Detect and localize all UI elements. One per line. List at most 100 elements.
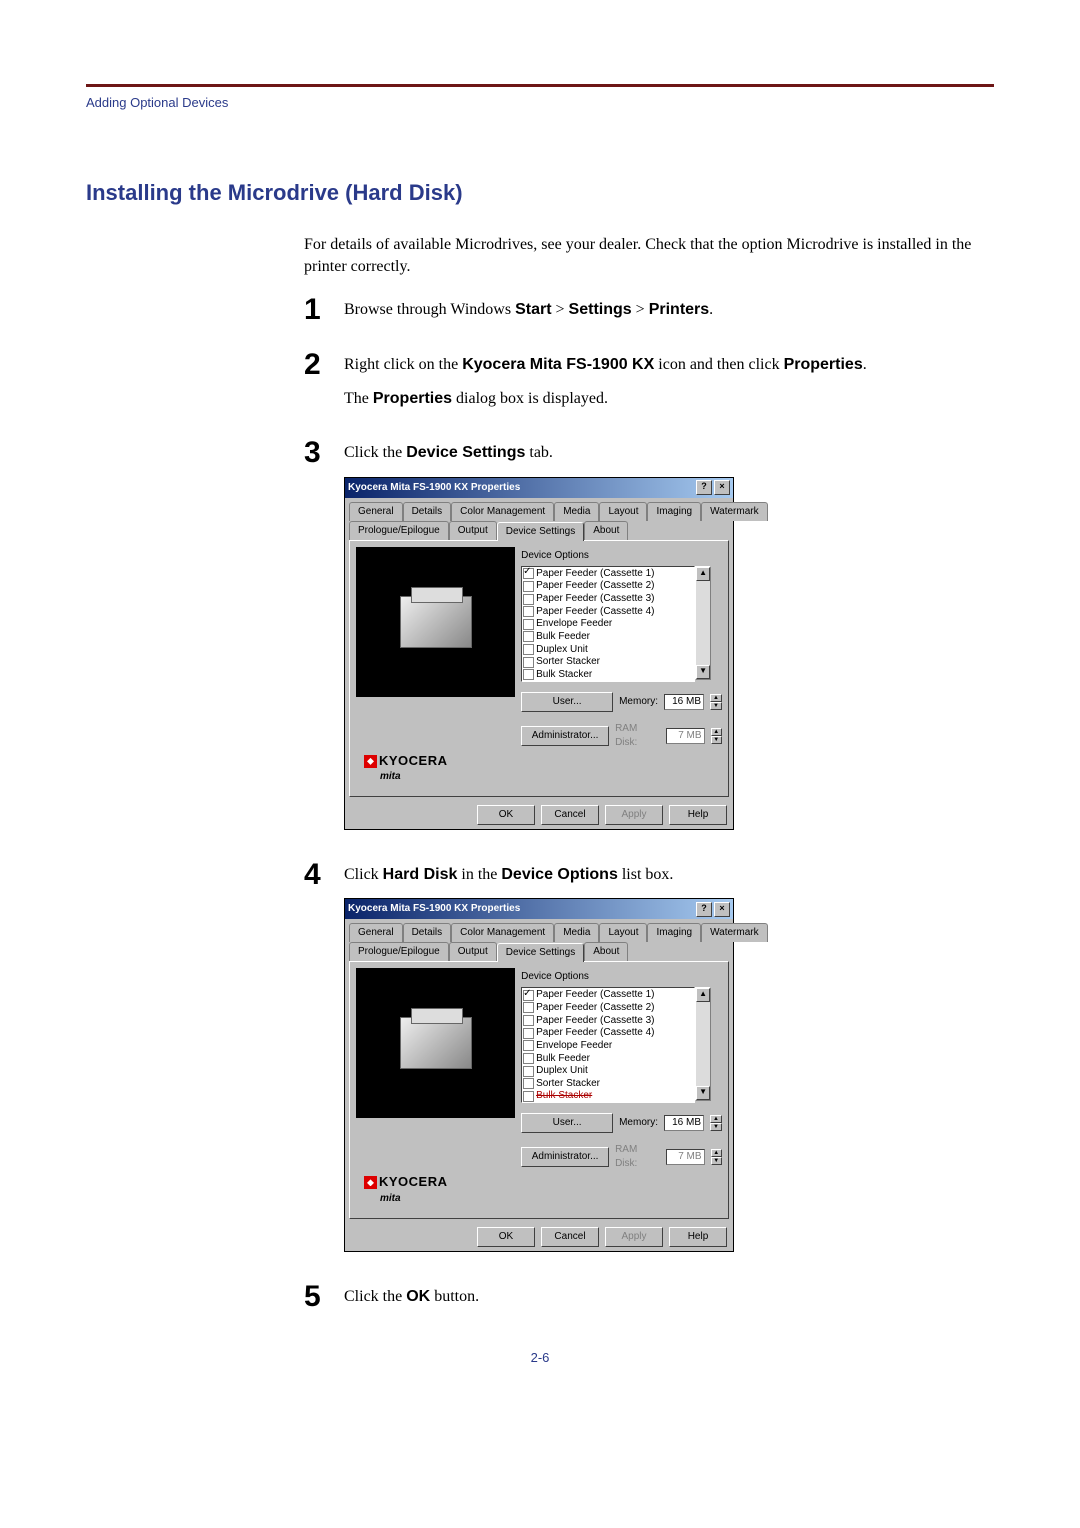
logo-icon: [364, 755, 377, 768]
tab-prologue[interactable]: Prologue/Epilogue: [349, 942, 449, 961]
list-item: Duplex Unit: [523, 644, 693, 657]
tab-output[interactable]: Output: [449, 521, 497, 540]
help-button[interactable]: ?: [696, 480, 712, 495]
checkbox-icon[interactable]: [523, 1066, 534, 1077]
list-item: Bulk Feeder: [523, 1053, 693, 1066]
checkbox-icon[interactable]: [523, 1053, 534, 1064]
checkbox-icon[interactable]: [523, 568, 534, 579]
brand-logo: KYOCERA mita: [356, 750, 722, 790]
window-title: Kyocera Mita FS-1900 KX Properties: [348, 481, 694, 495]
help-button[interactable]: Help: [669, 1227, 727, 1247]
tab-panel: Device Options Paper Feeder (Cassette 1)…: [349, 540, 729, 797]
user-button[interactable]: User...: [521, 1113, 613, 1133]
tab-imaging[interactable]: Imaging: [647, 502, 701, 521]
administrator-button[interactable]: Administrator...: [521, 726, 609, 746]
tab-watermark[interactable]: Watermark: [701, 923, 768, 942]
tab-layout[interactable]: Layout: [599, 502, 647, 521]
tab-general[interactable]: General: [349, 502, 403, 521]
checkbox-icon[interactable]: [523, 581, 534, 592]
checkbox-icon[interactable]: [523, 1028, 534, 1039]
ramdisk-spinner: ▲▼: [711, 1149, 722, 1165]
tab-watermark[interactable]: Watermark: [701, 502, 768, 521]
tab-details[interactable]: Details: [403, 923, 452, 942]
memory-input[interactable]: 16 MB: [664, 694, 704, 710]
list-item: Paper Feeder (Cassette 3): [523, 593, 693, 606]
device-options-listbox[interactable]: Paper Feeder (Cassette 1) Paper Feeder (…: [521, 566, 695, 682]
step-4-text: Click Hard Disk in the Device Options li…: [344, 864, 994, 886]
list-item: Paper Feeder (Cassette 4): [523, 1027, 693, 1040]
scroll-down-icon[interactable]: ▼: [696, 665, 710, 679]
scroll-down-icon[interactable]: ▼: [696, 1086, 710, 1100]
tabs-row-1: General Details Color Management Media L…: [345, 498, 733, 521]
list-item: Sorter Stacker: [523, 1078, 693, 1091]
step-number: 1: [304, 295, 344, 325]
ok-button[interactable]: OK: [477, 1227, 535, 1247]
checkbox-icon[interactable]: [523, 594, 534, 605]
close-button[interactable]: ×: [714, 902, 730, 917]
step-2-text-2: The Properties dialog box is displayed.: [344, 388, 994, 410]
tab-device-settings[interactable]: Device Settings: [497, 522, 584, 541]
ramdisk-input: 7 MB: [666, 1149, 704, 1165]
listbox-scrollbar[interactable]: ▲ ▼: [695, 566, 711, 680]
tab-about[interactable]: About: [584, 942, 628, 961]
window-title: Kyocera Mita FS-1900 KX Properties: [348, 902, 694, 916]
memory-input[interactable]: 16 MB: [664, 1115, 704, 1131]
step-4: 4 Click Hard Disk in the Device Options …: [304, 860, 994, 1266]
step-1-text: Browse through Windows Start > Settings …: [344, 299, 994, 321]
list-item: Paper Feeder (Cassette 1): [523, 989, 693, 1002]
list-item: Envelope Feeder: [523, 618, 693, 631]
help-button[interactable]: ?: [696, 902, 712, 917]
cancel-button[interactable]: Cancel: [541, 805, 599, 825]
tab-about[interactable]: About: [584, 521, 628, 540]
listbox-scrollbar[interactable]: ▲ ▼: [695, 987, 711, 1101]
checkbox-icon[interactable]: [523, 1015, 534, 1026]
apply-button: Apply: [605, 805, 663, 825]
checkbox-icon[interactable]: [523, 657, 534, 668]
scroll-up-icon[interactable]: ▲: [696, 988, 710, 1002]
running-header: Adding Optional Devices: [86, 95, 994, 110]
ok-button[interactable]: OK: [477, 805, 535, 825]
tab-details[interactable]: Details: [403, 502, 452, 521]
step-5-text: Click the OK button.: [344, 1286, 994, 1308]
device-options-listbox[interactable]: Paper Feeder (Cassette 1) Paper Feeder (…: [521, 987, 695, 1103]
memory-spinner[interactable]: ▲▼: [710, 694, 722, 710]
cancel-button[interactable]: Cancel: [541, 1227, 599, 1247]
ramdisk-spinner: ▲▼: [711, 728, 722, 744]
tab-imaging[interactable]: Imaging: [647, 923, 701, 942]
checkbox-icon[interactable]: [523, 619, 534, 630]
checkbox-icon[interactable]: [523, 1040, 534, 1051]
help-button[interactable]: Help: [669, 805, 727, 825]
step-1: 1 Browse through Windows Start > Setting…: [304, 295, 994, 333]
list-item: Envelope Feeder: [523, 1040, 693, 1053]
page-number: 2-6: [86, 1350, 994, 1365]
checkbox-icon[interactable]: [523, 669, 534, 680]
user-button[interactable]: User...: [521, 692, 613, 712]
scroll-up-icon[interactable]: ▲: [696, 567, 710, 581]
memory-spinner[interactable]: ▲▼: [710, 1115, 722, 1131]
checkbox-icon[interactable]: [523, 990, 534, 1001]
list-item: Paper Feeder (Cassette 4): [523, 606, 693, 619]
close-button[interactable]: ×: [714, 480, 730, 495]
tab-color-management[interactable]: Color Management: [451, 923, 554, 942]
tab-color-management[interactable]: Color Management: [451, 502, 554, 521]
ramdisk-label: RAM Disk:: [615, 1143, 660, 1171]
checkbox-icon[interactable]: [523, 1091, 534, 1102]
tab-panel: Device Options Paper Feeder (Cassette 1)…: [349, 961, 729, 1218]
checkbox-icon[interactable]: [523, 606, 534, 617]
checkbox-icon[interactable]: [523, 631, 534, 642]
tab-layout[interactable]: Layout: [599, 923, 647, 942]
tab-media[interactable]: Media: [554, 502, 599, 521]
titlebar[interactable]: Kyocera Mita FS-1900 KX Properties ? ×: [345, 899, 733, 919]
titlebar[interactable]: Kyocera Mita FS-1900 KX Properties ? ×: [345, 478, 733, 498]
tab-general[interactable]: General: [349, 923, 403, 942]
administrator-button[interactable]: Administrator...: [521, 1147, 609, 1167]
tab-prologue[interactable]: Prologue/Epilogue: [349, 521, 449, 540]
tab-output[interactable]: Output: [449, 942, 497, 961]
logo-icon: [364, 1176, 377, 1189]
printer-preview: [356, 547, 515, 697]
tab-device-settings[interactable]: Device Settings: [497, 943, 584, 962]
checkbox-icon[interactable]: [523, 644, 534, 655]
checkbox-icon[interactable]: [523, 1002, 534, 1013]
checkbox-icon[interactable]: [523, 1078, 534, 1089]
tab-media[interactable]: Media: [554, 923, 599, 942]
